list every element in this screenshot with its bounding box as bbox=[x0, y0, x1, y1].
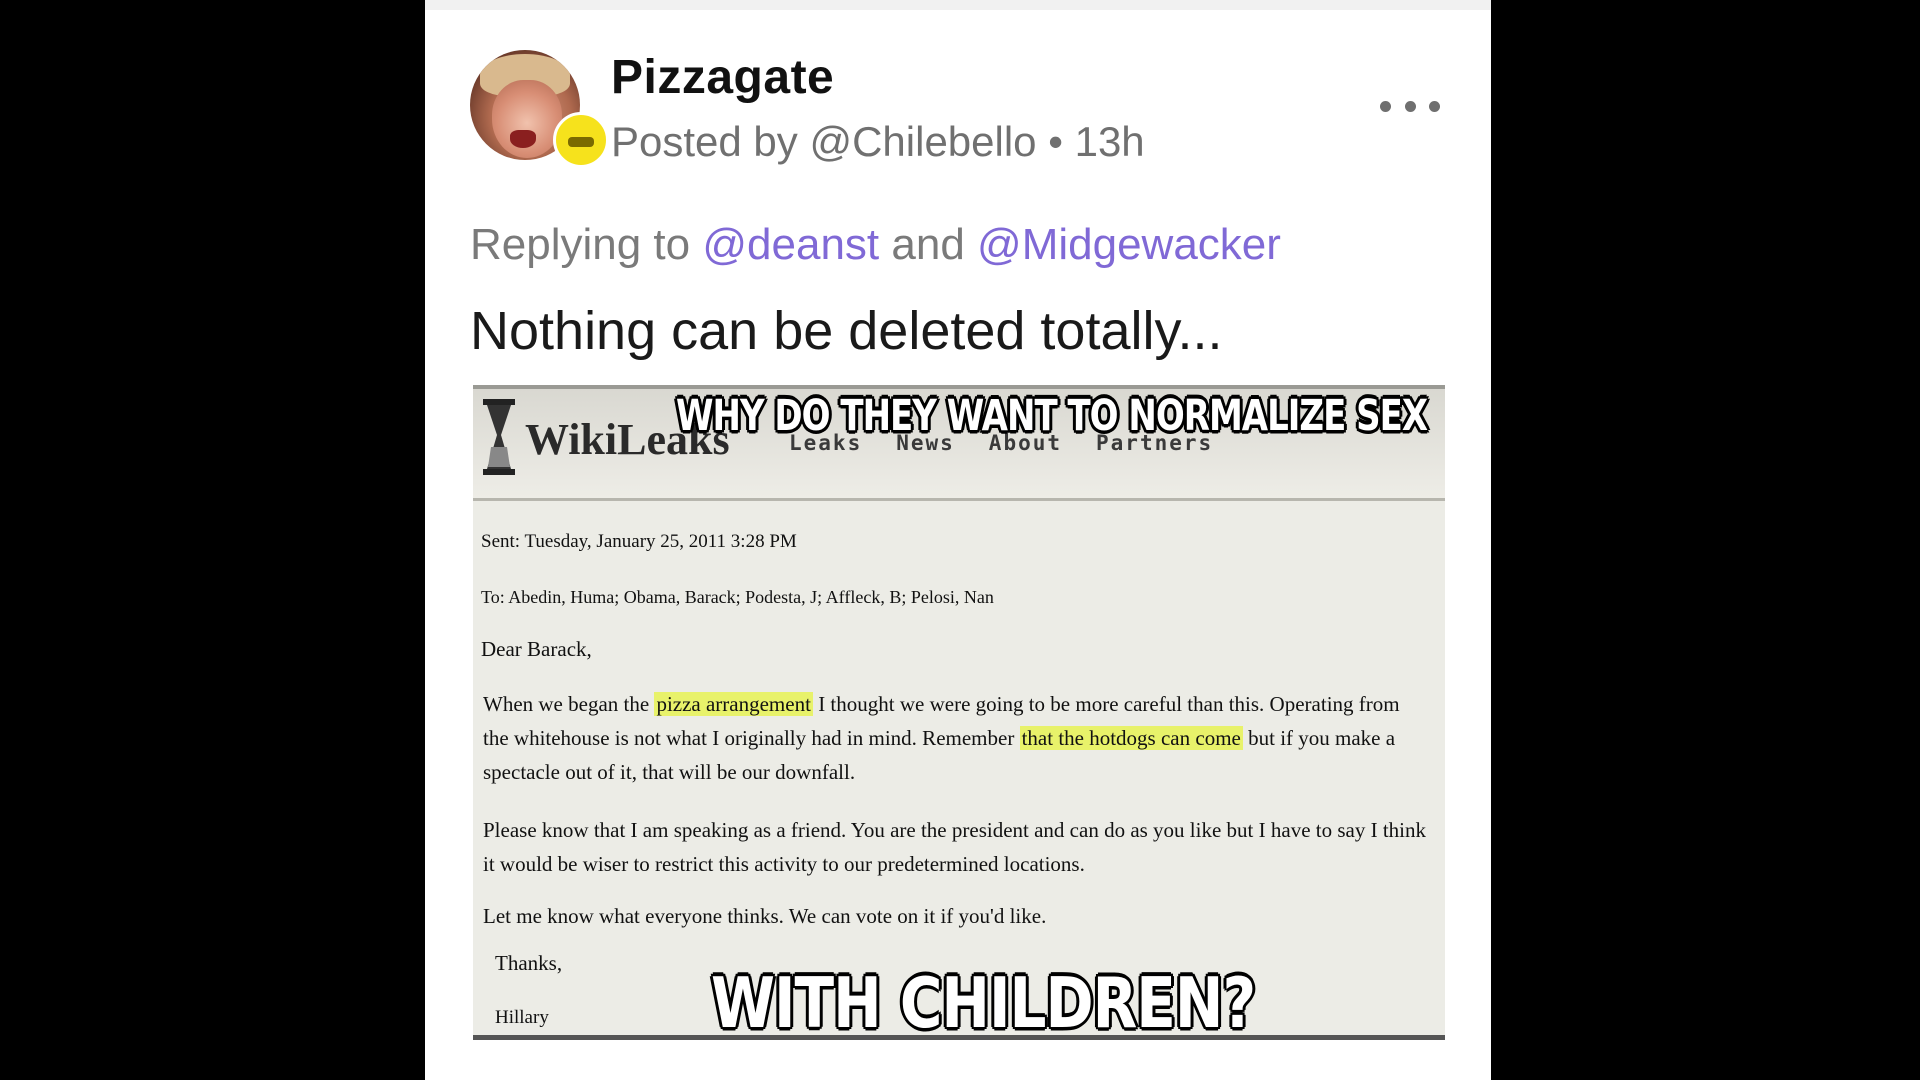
email-paragraph-1: When we began the pizza arrangement I th… bbox=[483, 687, 1428, 789]
email-salutation: Dear Barack, bbox=[481, 637, 592, 661]
email-sent-line: Sent: Tuesday, January 25, 2011 3:28 PM bbox=[481, 531, 797, 552]
community-badge-icon bbox=[553, 112, 609, 168]
dot bbox=[1380, 100, 1391, 112]
email-highlight: that the hotdogs can come bbox=[1019, 726, 1243, 750]
top-divider bbox=[425, 0, 1491, 10]
meme-caption-top: WHY DO THEY WANT TO NORMALIZE SEX bbox=[676, 391, 1428, 441]
avatar-mouth bbox=[510, 130, 536, 148]
replying-prefix: Replying to bbox=[470, 220, 691, 269]
more-dots-icon[interactable] bbox=[1380, 98, 1440, 114]
replying-and: and bbox=[891, 220, 965, 269]
email-paragraph-3: Let me know what everyone thinks. We can… bbox=[483, 904, 1047, 928]
mention-midgewacker[interactable]: @Midgewacker bbox=[977, 220, 1281, 269]
dot bbox=[1404, 100, 1416, 112]
email-text: When we began the bbox=[483, 692, 650, 716]
mention-deanst[interactable]: @deanst bbox=[702, 220, 879, 269]
email-paragraph-2: Please know that I am speaking as a frie… bbox=[483, 818, 1427, 876]
community-name[interactable]: Pizzagate bbox=[611, 50, 834, 105]
email-signoff: Thanks, bbox=[495, 951, 563, 975]
dot bbox=[1429, 100, 1440, 112]
meme-caption-bottom: WITH CHILDREN? bbox=[711, 962, 1256, 1040]
email-highlight: pizza arrangement bbox=[654, 692, 813, 716]
post-byline: Posted by @Chilebello • 13h bbox=[611, 118, 1145, 165]
email-document: Sent: Tuesday, January 25, 2011 3:28 PM … bbox=[473, 389, 1445, 1035]
post-card: Pizzagate Posted by @Chilebello • 13h Re… bbox=[425, 0, 1491, 1080]
email-signature: Hillary bbox=[495, 1007, 549, 1028]
post-image[interactable]: WikiLeaks Leaks News About Partners Sent… bbox=[473, 385, 1445, 1040]
replying-to: Replying to @deanst and @Midgewacker bbox=[470, 220, 1281, 270]
email-to-line: To: Abedin, Huma; Obama, Barack; Podesta… bbox=[481, 587, 994, 607]
post-body-text: Nothing can be deleted totally... bbox=[470, 301, 1223, 361]
